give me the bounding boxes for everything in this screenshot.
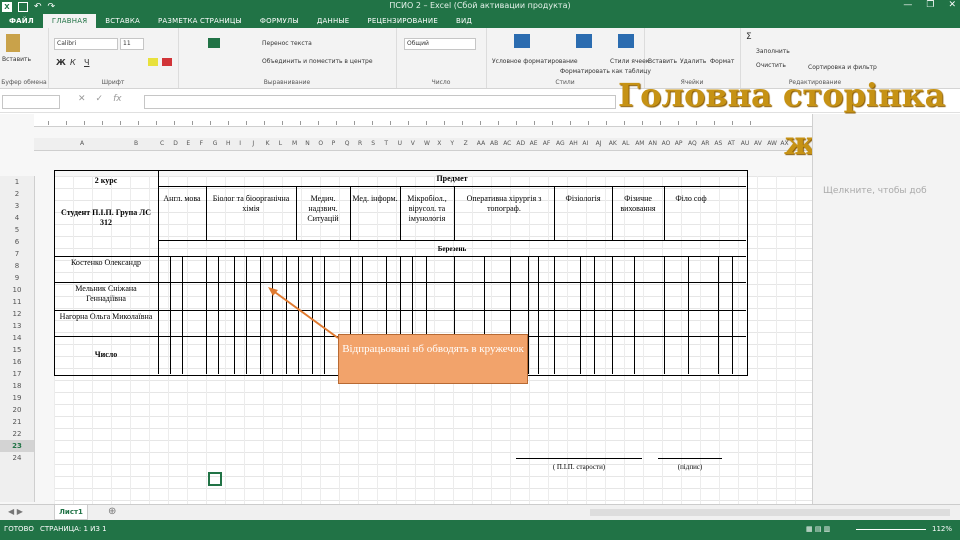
zoom-slider[interactable] — [856, 529, 926, 530]
arrow-line — [271, 289, 339, 339]
horizontal-scrollbar[interactable] — [590, 509, 950, 516]
overlay-title-line1: Головна сторінка — [618, 76, 946, 114]
sheet-tabs-bar: ◀ ▶ Лист1 ⊕ — [0, 504, 960, 521]
side-panel: Щелкните, чтобы доб — [812, 114, 960, 504]
callout-note: Відпрацьовані нб обводять в кружечок — [338, 334, 528, 384]
status-ready: ГОТОВО — [4, 525, 34, 533]
arrow-head — [268, 287, 278, 296]
add-sheet-icon[interactable]: ⊕ — [108, 506, 116, 517]
sheet-nav-arrows[interactable]: ◀ ▶ — [8, 507, 23, 516]
zoom-level: 112% — [932, 525, 953, 533]
status-page: СТРАНИЦА: 1 ИЗ 1 — [40, 525, 107, 533]
view-buttons[interactable]: ▦ ▤ ▥ — [806, 525, 830, 533]
status-bar: ГОТОВО СТРАНИЦА: 1 ИЗ 1 ▦ ▤ ▥ 112% — [0, 520, 960, 540]
side-panel-placeholder[interactable]: Щелкните, чтобы доб — [823, 186, 927, 196]
sheet-tab-list1[interactable]: Лист1 — [54, 505, 88, 520]
